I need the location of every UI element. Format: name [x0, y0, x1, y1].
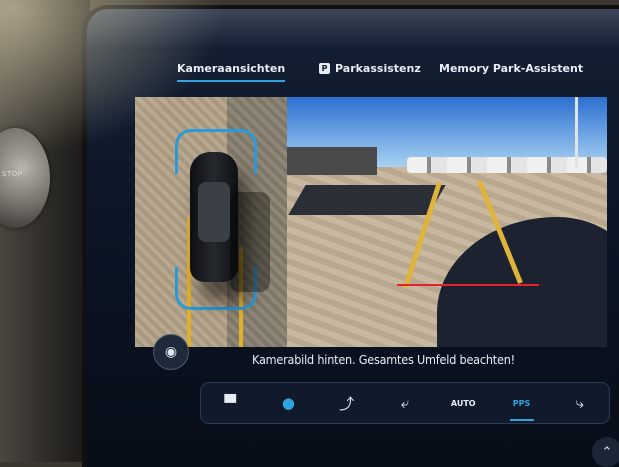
view-button-side[interactable]: ⤴: [327, 388, 367, 418]
pps-view-icon: PPS: [512, 398, 531, 408]
view-selector-bar: ▀ ● ⤴ ⤶ AUTO PPS ⤷: [200, 382, 610, 424]
camera-pole: [575, 97, 578, 167]
tab-label: Kameraansichten: [177, 62, 286, 75]
distance-guide-line: [397, 284, 539, 286]
tab-label: Memory Park-Assistent: [439, 62, 584, 75]
knob-label: STOP: [2, 170, 23, 178]
vehicle-roof: [198, 182, 230, 242]
chevron-up-icon: ⌃: [601, 444, 613, 460]
rear-wheel-view-icon: ⤶: [400, 394, 410, 412]
view-button-trailer[interactable]: ⤷: [560, 388, 600, 418]
view-button-auto[interactable]: AUTO: [443, 388, 483, 418]
side-view-icon: ⤴: [339, 394, 355, 413]
tab-camera-views[interactable]: Kameraansichten: [177, 62, 286, 82]
front-view-icon: ▀: [224, 394, 236, 412]
parking-p-icon: P: [319, 63, 330, 74]
top-view-icon: ●: [281, 394, 295, 412]
parking-sensors-icon: ◉: [164, 344, 178, 360]
scroll-up-button[interactable]: ⌃: [592, 437, 619, 467]
view-button-front[interactable]: ▀: [210, 388, 250, 418]
infotainment-screen: Kameraansichten P Parkassistenz Memory Pa…: [82, 5, 619, 467]
rear-camera-view[interactable]: [287, 97, 607, 347]
view-button-pps[interactable]: PPS: [502, 388, 542, 421]
view-button-rear-wheel[interactable]: ⤶: [385, 388, 425, 418]
camera-notice: Kamerabild hinten. Gesamtes Umfeld beach…: [252, 352, 515, 367]
camera-building: [287, 147, 377, 175]
trailer-view-icon: ⤷: [575, 394, 585, 412]
screen-reflection: [87, 9, 619, 49]
parking-sensors-button[interactable]: ◉: [153, 334, 189, 370]
view-button-top[interactable]: ●: [268, 388, 308, 418]
camera-shadow: [288, 185, 446, 215]
tab-label: Parkassistenz: [335, 62, 421, 75]
vehicle-shadow: [230, 192, 270, 292]
interior-left-panel: [0, 0, 90, 462]
auto-view-icon: AUTO: [450, 398, 476, 408]
tab-parking-assist[interactable]: P Parkassistenz: [319, 62, 421, 75]
top-down-camera-view[interactable]: [135, 97, 297, 347]
tab-memory-park-assistant[interactable]: Memory Park-Assistent: [439, 62, 583, 75]
vehicle-top-icon: [190, 152, 270, 292]
